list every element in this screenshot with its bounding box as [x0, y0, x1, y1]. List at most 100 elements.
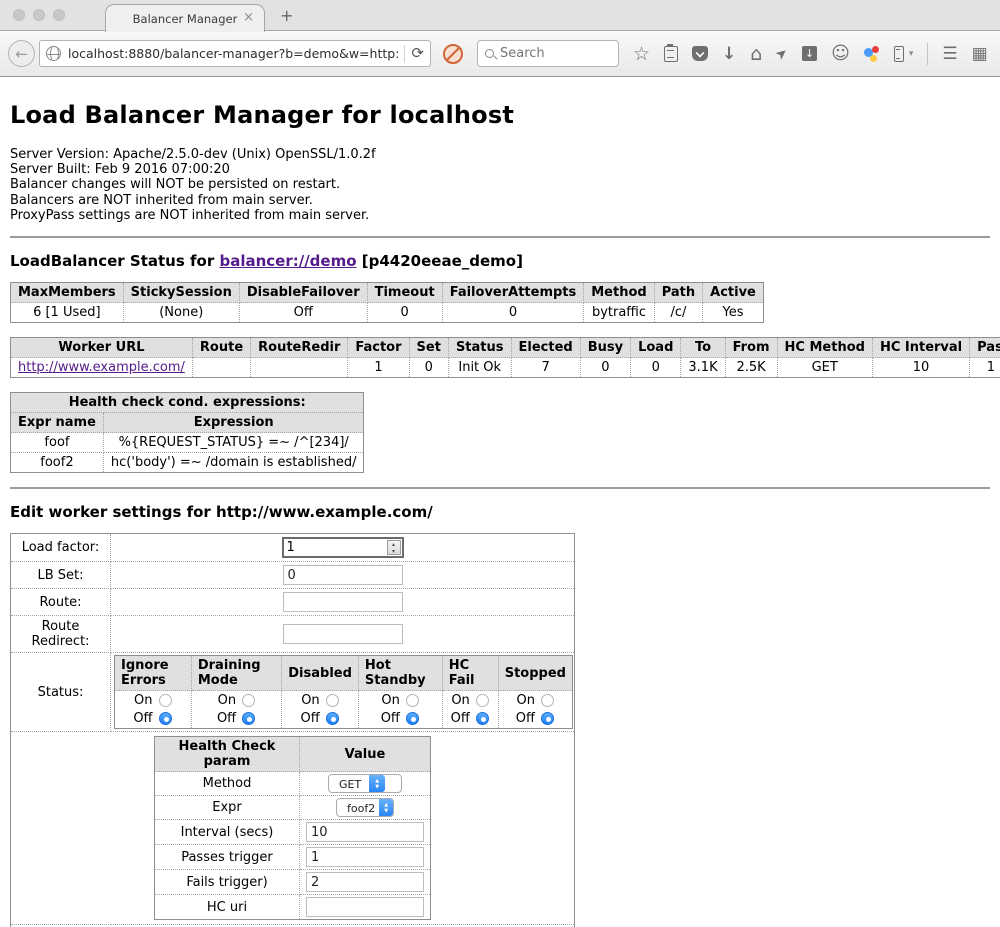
- save-page-icon[interactable]: ↓: [802, 46, 817, 61]
- extension-dots-icon[interactable]: [864, 46, 880, 62]
- passes-row: Passes trigger: [155, 845, 431, 870]
- toolbar-icons: ☆ ↓ ⌂ ➤ ↓ ☺ ▾ ☰ ▦: [633, 43, 988, 65]
- browser-chrome: Balancer Manager × + ← localhost:8880/ba…: [0, 0, 1000, 77]
- table-row: 6 [1 Used] (None) Off 0 0 bytraffic /c/ …: [11, 303, 764, 323]
- feedback-smiley-icon[interactable]: ☺: [831, 46, 850, 62]
- table-row: foof %{REQUEST_STATUS} =~ /^[234]/: [11, 433, 364, 453]
- col-hc-fail: HC Fail: [442, 656, 498, 691]
- stopped-on-radio[interactable]: [541, 694, 554, 707]
- expr-select[interactable]: foof2: [336, 798, 394, 817]
- passes-label: Passes trigger: [155, 845, 300, 870]
- interval-label: Interval (secs): [155, 820, 300, 845]
- inherit-notice-line: Balancers are NOT inherited from main se…: [10, 193, 990, 208]
- worker-url-link[interactable]: http://www.example.com/: [18, 360, 185, 375]
- select-stepper-icon: [379, 799, 393, 816]
- chevron-down-icon[interactable]: ▾: [909, 49, 914, 59]
- table-header-row: Ignore Errors Draining Mode Disabled Hot…: [115, 656, 573, 691]
- tab-strip: Balancer Manager × +: [0, 0, 1000, 31]
- col-timeout: Timeout: [367, 283, 442, 303]
- interval-input[interactable]: [306, 822, 424, 842]
- interval-row: Interval (secs): [155, 820, 431, 845]
- window-zoom-button[interactable]: [53, 9, 65, 21]
- balancer-status-table: MaxMembers StickySession DisableFailover…: [10, 282, 764, 323]
- number-spinner-icon[interactable]: [387, 540, 401, 555]
- route-redirect-row: Route Redirect:: [11, 616, 575, 653]
- method-row: Method GET: [155, 772, 431, 796]
- loadbalancer-status-heading: LoadBalancer Status for balancer://demo …: [10, 252, 990, 270]
- passes-input[interactable]: [306, 847, 424, 867]
- draining-mode-on-radio[interactable]: [242, 694, 255, 707]
- proxypass-notice-line: ProxyPass settings are NOT inherited fro…: [10, 208, 990, 223]
- col-failoverattempts: FailoverAttempts: [442, 283, 584, 303]
- hc-uri-row: HC uri: [155, 895, 431, 920]
- hc-uri-input[interactable]: [306, 897, 424, 917]
- page-content: Load Balancer Manager for localhost Serv…: [0, 77, 1000, 927]
- search-bar[interactable]: [477, 40, 619, 67]
- server-info: Server Version: Apache/2.5.0-dev (Unix) …: [10, 147, 990, 223]
- send-tab-icon[interactable]: ➤: [773, 44, 792, 64]
- load-factor-input[interactable]: [284, 539, 384, 556]
- status-options-table: Ignore Errors Draining Mode Disabled Hot…: [114, 655, 573, 729]
- window-close-button[interactable]: [13, 9, 25, 21]
- toolbar-separator: [927, 43, 928, 65]
- stopped-off-radio[interactable]: [541, 712, 554, 725]
- lb-set-input[interactable]: [283, 565, 403, 585]
- route-input[interactable]: [283, 592, 403, 612]
- window-minimize-button[interactable]: [33, 9, 45, 21]
- ignore-errors-off-radio[interactable]: [159, 712, 172, 725]
- reading-list-icon[interactable]: [664, 46, 678, 62]
- col-disabled: Disabled: [282, 656, 359, 691]
- hot-standby-on-radio[interactable]: [406, 694, 419, 707]
- url-text: localhost:8880/balancer-manager?b=demo&w…: [68, 46, 398, 61]
- window-controls: [13, 9, 65, 21]
- search-input[interactable]: [500, 46, 611, 61]
- balancer-demo-link[interactable]: balancer://demo: [219, 252, 356, 270]
- adblock-icon[interactable]: [443, 44, 463, 64]
- hc-fail-off-radio[interactable]: [476, 712, 489, 725]
- route-redirect-input[interactable]: [283, 624, 403, 644]
- select-stepper-icon: [369, 775, 385, 792]
- disabled-on-radio[interactable]: [326, 694, 339, 707]
- downloads-icon[interactable]: ↓: [722, 46, 736, 62]
- hot-standby-off-radio[interactable]: [406, 712, 419, 725]
- browser-tab[interactable]: Balancer Manager ×: [105, 4, 265, 32]
- bookmark-star-icon[interactable]: ☆: [633, 46, 650, 62]
- draining-mode-off-radio[interactable]: [242, 712, 255, 725]
- hamburger-menu-icon[interactable]: ☰: [942, 46, 957, 62]
- col-method: Method: [584, 283, 654, 303]
- edit-worker-heading: Edit worker settings for http://www.exam…: [10, 503, 990, 521]
- method-label: Method: [155, 772, 300, 796]
- page-tools-icon[interactable]: ▦: [972, 46, 988, 62]
- col-maxmembers: MaxMembers: [11, 283, 124, 303]
- home-icon[interactable]: ⌂: [750, 46, 762, 62]
- status-label: Status:: [11, 653, 111, 732]
- hc-fail-on-radio[interactable]: [476, 694, 489, 707]
- tab-title: Balancer Manager: [133, 12, 238, 26]
- load-factor-input-wrap: [282, 537, 404, 558]
- table-row: http://www.example.com/ 1 0 Init Ok 7 0 …: [11, 358, 1000, 378]
- fails-label: Fails trigger): [155, 870, 300, 895]
- reload-icon[interactable]: ⟳: [411, 46, 424, 61]
- route-redirect-label: Route Redirect:: [11, 616, 111, 653]
- heading-prefix: LoadBalancer Status for: [10, 252, 219, 270]
- method-select[interactable]: GET: [328, 774, 402, 793]
- load-factor-row: Load factor:: [11, 534, 575, 562]
- ignore-errors-on-radio[interactable]: [159, 694, 172, 707]
- new-tab-button[interactable]: +: [280, 8, 293, 24]
- status-radio-row: On Off On Off On Off On: [115, 691, 573, 729]
- heading-suffix: [p4420eeae_demo]: [357, 252, 523, 270]
- pocket-icon[interactable]: [692, 46, 708, 61]
- page-title: Load Balancer Manager for localhost: [10, 101, 990, 129]
- worker-status-table: Worker URL Route RouteRedir Factor Set S…: [10, 337, 1000, 378]
- battery-extension-icon[interactable]: [894, 46, 904, 62]
- fails-input[interactable]: [306, 872, 424, 892]
- status-row: Status: Ignore Errors Draining Mode Disa…: [11, 653, 575, 732]
- disabled-off-radio[interactable]: [326, 712, 339, 725]
- col-disablefailover: DisableFailover: [239, 283, 367, 303]
- back-button[interactable]: ←: [8, 40, 35, 67]
- lb-set-label: LB Set:: [11, 562, 111, 589]
- divider: [10, 487, 990, 489]
- load-factor-label: Load factor:: [11, 534, 111, 562]
- tab-close-icon[interactable]: ×: [243, 11, 254, 24]
- url-bar[interactable]: localhost:8880/balancer-manager?b=demo&w…: [39, 40, 431, 67]
